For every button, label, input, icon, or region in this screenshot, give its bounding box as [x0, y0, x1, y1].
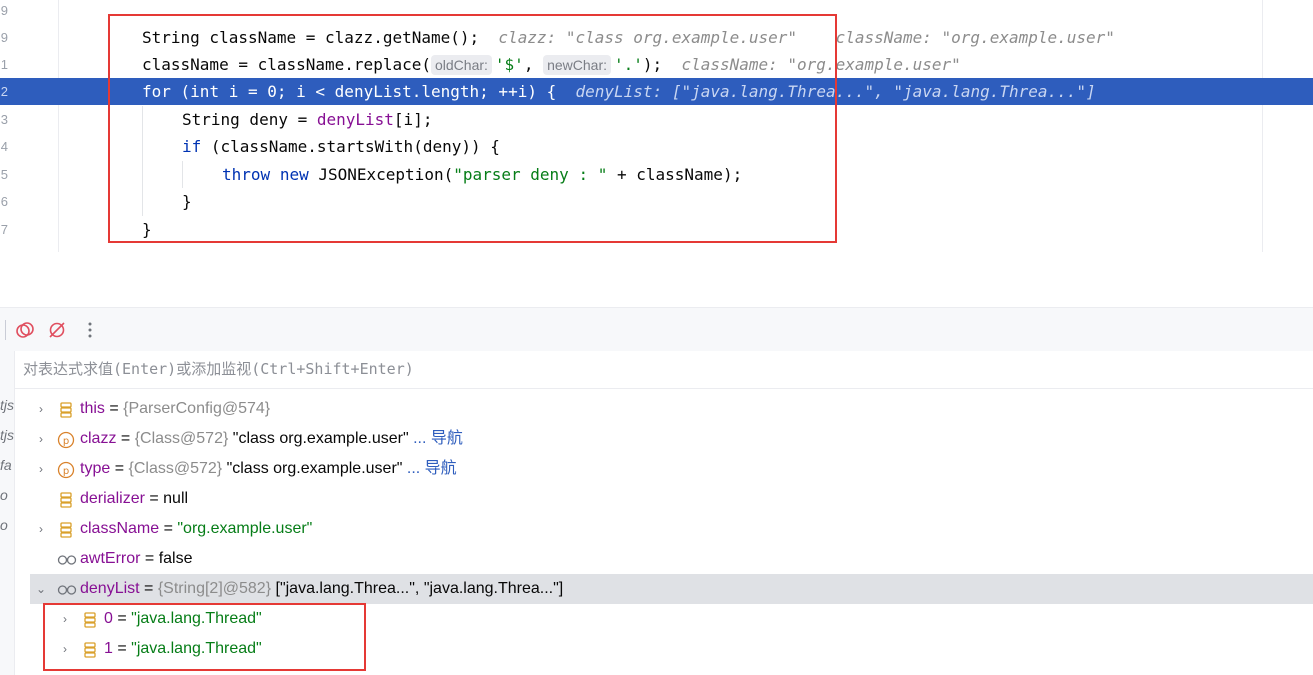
object-id: {Class@572} — [128, 460, 223, 477]
line-number: 2 — [0, 84, 8, 99]
line-number: 3 — [0, 112, 8, 127]
line-number: 4 — [0, 139, 8, 154]
variables-tree: › this = {ParserConfig@574} › p clazz = {Cla… — [15, 395, 1313, 675]
object-id: {ParserConfig@574} — [123, 400, 271, 417]
equals-sign: = — [110, 460, 129, 477]
line-number: 9 — [0, 30, 8, 45]
variable-row[interactable]: › p type = {Class@572} "class org.example.… — [30, 454, 1313, 484]
line-number: 7 — [0, 222, 8, 237]
chevron-right-icon[interactable]: › — [35, 394, 47, 424]
navigate-link[interactable]: ... 导航 — [409, 430, 463, 447]
debugger-toolbar — [0, 307, 1313, 352]
frame-fragment[interactable]: tjs — [0, 397, 14, 413]
variable-name: type — [80, 460, 111, 477]
parameter-icon: p — [57, 430, 75, 449]
variable-text: awtError = false — [80, 544, 192, 574]
variable-row[interactable]: › className = "org.example.user" — [30, 514, 1313, 544]
svg-text:p: p — [63, 436, 69, 447]
object-id: {Class@572} — [134, 430, 229, 447]
variable-value: "org.example.user" — [177, 520, 313, 537]
more-options-icon[interactable] — [78, 318, 102, 342]
svg-text:p: p — [63, 466, 69, 477]
line-number: 1 — [0, 57, 8, 72]
variable-text: clazz = {Class@572} "class org.example.u… — [80, 424, 463, 454]
variable-value: null — [163, 490, 189, 507]
watch-icon — [57, 550, 77, 568]
variable-text: derializer = null — [80, 484, 188, 514]
equals-sign: = — [144, 490, 164, 507]
variable-row[interactable]: derializer = null — [30, 484, 1313, 514]
code-line[interactable]: 8 — [0, 243, 1313, 252]
variable-text: denyList = {String[2]@582} ["java.lang.T… — [80, 574, 563, 604]
variable-name: derializer — [80, 490, 145, 507]
variable-text: this = {ParserConfig@574} — [80, 394, 270, 424]
field-icon — [57, 520, 75, 538]
equals-sign: = — [116, 430, 135, 447]
equals-sign: = — [159, 520, 178, 537]
equals-sign: = — [140, 550, 159, 567]
object-id: {String[2]@582} — [157, 580, 272, 597]
equals-sign: = — [104, 400, 124, 417]
variable-row[interactable]: ⌄ denyList = {String[2]@582} ["java.lang.… — [30, 574, 1313, 604]
chevron-right-icon[interactable]: › — [35, 454, 47, 484]
field-icon — [57, 400, 75, 418]
frame-fragment[interactable]: fa — [0, 457, 12, 473]
chevron-right-icon[interactable]: › — [35, 514, 47, 544]
line-number: 8 — [0, 243, 8, 252]
highlight-box — [108, 14, 837, 243]
evaluate-expression-bar — [15, 351, 1313, 389]
variable-row[interactable]: › p clazz = {Class@572} "class org.example… — [30, 424, 1313, 454]
variable-value: false — [158, 550, 193, 567]
chevron-right-icon[interactable]: › — [35, 424, 47, 454]
mute-breakpoints-icon[interactable] — [13, 318, 37, 342]
variable-name: className — [80, 520, 160, 537]
toolbar-divider — [5, 320, 6, 340]
equals-sign: = — [139, 580, 158, 597]
variable-text: type = {Class@572} "class org.example.us… — [80, 454, 457, 484]
line-number: 9 — [0, 3, 8, 18]
frame-fragment[interactable]: tjs — [0, 427, 14, 443]
variable-name: awtError — [80, 550, 141, 567]
field-icon — [57, 490, 75, 508]
line-number: 5 — [0, 167, 8, 182]
variable-value: "class org.example.user" — [222, 460, 403, 477]
parameter-icon: p — [57, 460, 75, 479]
chevron-down-icon[interactable]: ⌄ — [35, 574, 47, 604]
variable-name: clazz — [80, 430, 117, 447]
variable-value: "class org.example.user" — [228, 430, 409, 447]
variable-text: className = "org.example.user" — [80, 514, 312, 544]
frame-fragment[interactable]: o — [0, 517, 8, 533]
panel-splitter[interactable] — [0, 252, 1313, 307]
code-editor[interactable]: 9 9 String className = clazz.getName(); … — [0, 0, 1313, 252]
line-number: 6 — [0, 194, 8, 209]
watch-icon — [57, 580, 77, 598]
frames-panel-edge[interactable]: tjs tjs fa o o — [0, 351, 15, 675]
variable-value: ["java.lang.Threa...", "java.lang.Threa.… — [271, 580, 564, 597]
variable-row[interactable]: › this = {ParserConfig@574} — [30, 394, 1313, 424]
frame-fragment[interactable]: o — [0, 487, 8, 503]
navigate-link[interactable]: ... 导航 — [402, 460, 457, 477]
variable-name: this — [80, 400, 105, 417]
variable-name: denyList — [80, 580, 140, 597]
disable-breakpoints-icon[interactable] — [45, 318, 69, 342]
highlight-box — [43, 603, 366, 671]
evaluate-expression-input[interactable] — [23, 358, 1223, 380]
variable-row[interactable]: awtError = false — [30, 544, 1313, 574]
